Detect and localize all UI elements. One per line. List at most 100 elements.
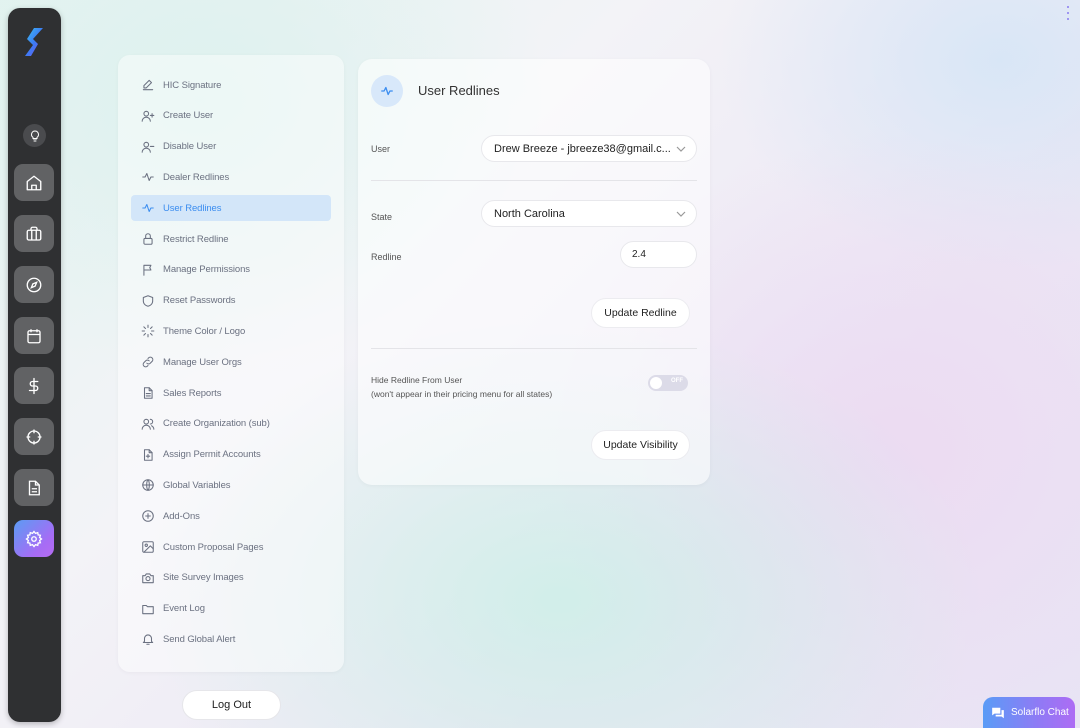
menu-item-label: Send Global Alert [163, 633, 236, 645]
lightbulb-button[interactable] [23, 124, 46, 147]
kebab-dot [1067, 18, 1069, 20]
menu-item-label: Theme Color / Logo [163, 325, 246, 337]
rail-briefcase-button[interactable] [14, 215, 54, 252]
document-icon [28, 480, 40, 495]
user-select-value: Drew Breeze - jbreeze38@gmail.c... [494, 142, 671, 155]
link-icon [141, 355, 155, 369]
rail-document-button[interactable] [14, 469, 54, 506]
menu-item-sales-reports[interactable]: Sales Reports [131, 380, 331, 406]
menu-item-custom-proposal-pages[interactable]: Custom Proposal Pages [131, 534, 331, 560]
solarflo-logo[interactable] [23, 27, 47, 57]
pen-icon [141, 78, 155, 92]
menu-item-label: Create User [163, 110, 214, 122]
menu-item-theme-color-logo[interactable]: Theme Color / Logo [131, 318, 331, 344]
user-redlines-card: User Redlines User Drew Breeze - jbreeze… [358, 59, 710, 485]
folder-icon [141, 602, 155, 616]
toggle-state-text: OFF [671, 378, 683, 384]
kebab-dot [1067, 6, 1069, 8]
menu-item-label: Restrict Redline [163, 233, 229, 245]
menu-item-create-organization-sub[interactable]: Create Organization (sub) [131, 411, 331, 437]
update-redline-button[interactable]: Update Redline [591, 298, 690, 328]
menu-item-label: User Redlines [163, 202, 222, 214]
menu-item-label: Custom Proposal Pages [163, 541, 264, 553]
menu-item-user-redlines[interactable]: User Redlines [131, 195, 331, 222]
chevron-down-icon [676, 211, 686, 217]
rail-calendar-button[interactable] [14, 317, 54, 354]
menu-item-add-ons[interactable]: Add-Ons [131, 503, 331, 529]
chevron-down-icon [676, 146, 686, 152]
menu-item-label: Disable User [163, 141, 217, 153]
menu-item-label: Event Log [163, 603, 205, 615]
menu-item-send-global-alert[interactable]: Send Global Alert [131, 626, 331, 652]
toggle-knob [650, 377, 662, 389]
state-label: State [371, 212, 393, 222]
compass-icon [26, 277, 42, 292]
lock-icon [141, 232, 155, 246]
file-plus-icon [141, 448, 155, 462]
briefcase-icon [26, 226, 42, 241]
rail-home-button[interactable] [14, 164, 54, 201]
user-minus-icon [141, 140, 155, 154]
globe-icon [141, 478, 155, 492]
menu-item-create-user[interactable]: Create User [131, 103, 331, 129]
divider [371, 348, 697, 349]
user-label: User [371, 144, 391, 154]
user-select[interactable]: Drew Breeze - jbreeze38@gmail.c... [481, 135, 697, 162]
loader-icon [141, 324, 155, 338]
menu-item-manage-permissions[interactable]: Manage Permissions [131, 257, 331, 283]
activity-icon [381, 86, 393, 96]
image-icon [141, 540, 155, 554]
menu-item-disable-user[interactable]: Disable User [131, 134, 331, 160]
menu-item-dealer-redlines[interactable]: Dealer Redlines [131, 164, 331, 190]
app-rail [8, 8, 61, 722]
menu-item-manage-user-orgs[interactable]: Manage User Orgs [131, 349, 331, 375]
state-select[interactable]: North Carolina [481, 200, 697, 227]
bell-icon [141, 632, 155, 646]
hide-redline-toggle[interactable]: OFF [648, 375, 688, 391]
rail-crosshair-button[interactable] [14, 418, 54, 455]
rail-settings-button[interactable] [14, 520, 54, 557]
menu-item-label: Add-Ons [163, 510, 200, 522]
menu-item-label: Sales Reports [163, 387, 222, 399]
lightbulb-icon [30, 129, 39, 141]
hide-redline-text: Hide Redline From User (won't appear in … [371, 373, 552, 401]
file-text-icon [141, 386, 155, 400]
menu-item-hic-signature[interactable]: HIC Signature [131, 72, 331, 98]
menu-item-label: Dealer Redlines [163, 171, 230, 183]
more-options-button[interactable] [1064, 6, 1072, 20]
users-icon [141, 417, 155, 431]
update-visibility-button[interactable]: Update Visibility [591, 430, 690, 460]
menu-item-label: Site Survey Images [163, 572, 244, 584]
rail-compass-button[interactable] [14, 266, 54, 303]
card-header-icon-badge [371, 75, 403, 107]
menu-item-event-log[interactable]: Event Log [131, 596, 331, 622]
menu-item-label: Reset Passwords [163, 295, 236, 307]
solarflo-chat-button[interactable]: Solarflo Chat [983, 697, 1075, 728]
activity-icon [141, 201, 155, 215]
user-plus-icon [141, 109, 155, 123]
redline-input[interactable] [620, 241, 697, 268]
menu-item-label: Assign Permit Accounts [163, 449, 261, 461]
plus-circle-icon [141, 509, 155, 523]
state-select-value: North Carolina [494, 207, 565, 220]
menu-item-global-variables[interactable]: Global Variables [131, 472, 331, 498]
redline-label: Redline [371, 252, 402, 262]
menu-item-label: Global Variables [163, 479, 231, 491]
logout-button[interactable]: Log Out [182, 690, 281, 720]
menu-item-label: HIC Signature [163, 79, 222, 91]
menu-item-restrict-redline[interactable]: Restrict Redline [131, 226, 331, 252]
dollar-icon [28, 377, 39, 394]
home-icon [26, 175, 42, 190]
kebab-dot [1067, 12, 1069, 14]
hide-redline-label: Hide Redline From User [371, 375, 463, 385]
menu-item-site-survey-images[interactable]: Site Survey Images [131, 565, 331, 591]
menu-item-assign-permit-accounts[interactable]: Assign Permit Accounts [131, 442, 331, 468]
menu-item-label: Create Organization (sub) [163, 418, 270, 430]
divider [371, 180, 697, 181]
menu-item-label: Manage User Orgs [163, 356, 242, 368]
calendar-icon [27, 328, 41, 343]
crosshair-icon [26, 429, 42, 444]
rail-dollar-button[interactable] [14, 367, 54, 404]
menu-item-reset-passwords[interactable]: Reset Passwords [131, 288, 331, 314]
menu-item-label: Manage Permissions [163, 264, 250, 276]
